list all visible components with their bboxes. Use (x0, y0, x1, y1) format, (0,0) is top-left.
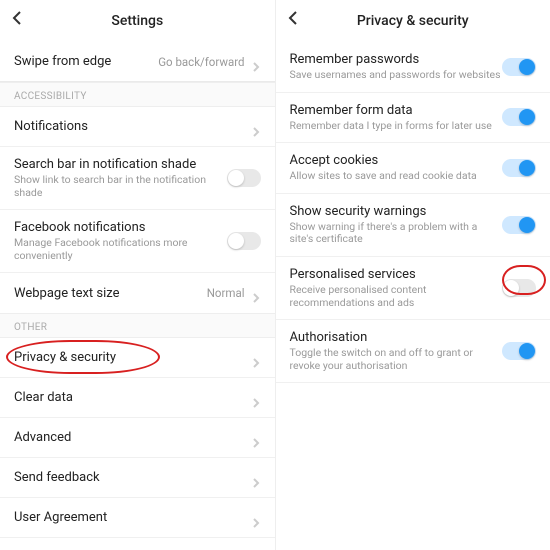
row-value: Normal (207, 286, 245, 300)
row-sub: Allow sites to save and read cookie data (290, 170, 503, 183)
toggle-knob (519, 59, 535, 75)
toggle-searchbar[interactable] (227, 169, 261, 187)
row-label: Facebook notifications (14, 220, 227, 235)
row-webpage-text-size[interactable]: Webpage text size Normal (0, 273, 275, 313)
row-label: Notifications (14, 119, 251, 134)
chevron-right-icon (251, 288, 261, 298)
chevron-right-icon (251, 393, 261, 403)
row-remember-form-data[interactable]: Remember form data Remember data I type … (276, 93, 550, 144)
row-label: Privacy & security (14, 350, 251, 365)
section-other: OTHER (0, 313, 275, 338)
toggle-knob (519, 160, 535, 176)
row-label: Show security warnings (290, 204, 503, 219)
row-label: Swipe from edge (14, 54, 158, 69)
row-label: Authorisation (290, 330, 503, 345)
row-advanced[interactable]: Advanced (0, 418, 275, 458)
toggle-knob (228, 233, 244, 249)
row-security-warnings[interactable]: Show security warnings Show warning if t… (276, 194, 550, 257)
toggle-knob (519, 109, 535, 125)
row-label: Webpage text size (14, 286, 207, 301)
row-label: Search bar in notification shade (14, 157, 227, 172)
row-privacy-security[interactable]: Privacy & security (0, 338, 275, 378)
row-sub: Manage Facebook notifications more conve… (14, 237, 227, 262)
toggle-knob (519, 343, 535, 359)
chevron-right-icon (251, 122, 261, 132)
chevron-right-icon (251, 353, 261, 363)
row-search-bar-shade[interactable]: Search bar in notification shade Show li… (0, 147, 275, 210)
toggle-knob (503, 280, 519, 296)
toggle-remember-passwords[interactable] (502, 58, 536, 76)
chevron-right-icon (251, 433, 261, 443)
privacy-title: Privacy & security (357, 13, 469, 29)
row-sub: Save usernames and passwords for website… (290, 69, 503, 82)
row-clear-data[interactable]: Clear data (0, 378, 275, 418)
row-send-feedback[interactable]: Send feedback (0, 458, 275, 498)
row-label: Accept cookies (290, 153, 503, 168)
row-personalised-services[interactable]: Personalised services Receive personalis… (276, 257, 550, 320)
settings-list: Swipe from edge Go back/forward ACCESSIB… (0, 42, 275, 550)
row-sub: Receive personalised content recommendat… (290, 284, 503, 309)
row-accept-cookies[interactable]: Accept cookies Allow sites to save and r… (276, 143, 550, 194)
row-label: Send feedback (14, 470, 251, 485)
back-button[interactable] (286, 10, 306, 30)
row-sub: Toggle the switch on and off to grant or… (290, 347, 503, 372)
section-accessibility: ACCESSIBILITY (0, 82, 275, 107)
privacy-header: Privacy & security (276, 0, 550, 42)
row-swipe-from-edge[interactable]: Swipe from edge Go back/forward (0, 42, 275, 82)
row-remember-passwords[interactable]: Remember passwords Save usernames and pa… (276, 42, 550, 93)
toggle-remember-form[interactable] (502, 108, 536, 126)
toggle-personalised[interactable] (502, 279, 536, 297)
row-privacy-policy[interactable]: Privacy Policy (0, 538, 275, 550)
toggle-authorisation[interactable] (502, 342, 536, 360)
row-value: Go back/forward (158, 55, 244, 69)
row-facebook-notifications[interactable]: Facebook notifications Manage Facebook n… (0, 210, 275, 273)
row-label: Clear data (14, 390, 251, 405)
row-notifications[interactable]: Notifications (0, 107, 275, 147)
row-sub: Remember data I type in forms for later … (290, 120, 503, 133)
row-label: Remember form data (290, 103, 503, 118)
row-user-agreement[interactable]: User Agreement (0, 498, 275, 538)
chevron-right-icon (251, 473, 261, 483)
back-button[interactable] (10, 10, 30, 30)
row-label: User Agreement (14, 510, 251, 525)
settings-header: Settings (0, 0, 275, 42)
chevron-left-icon (10, 10, 26, 26)
toggle-cookies[interactable] (502, 159, 536, 177)
row-sub: Show warning if there's a problem with a… (290, 221, 503, 246)
toggle-facebook[interactable] (227, 232, 261, 250)
toggle-knob (519, 217, 535, 233)
chevron-right-icon (251, 57, 261, 67)
chevron-right-icon (251, 513, 261, 523)
privacy-pane: Privacy & security Remember passwords Sa… (276, 0, 550, 550)
row-label: Personalised services (290, 267, 503, 282)
toggle-warnings[interactable] (502, 216, 536, 234)
settings-pane: Settings Swipe from edge Go back/forward… (0, 0, 276, 550)
toggle-knob (228, 170, 244, 186)
row-label: Advanced (14, 430, 251, 445)
settings-title: Settings (111, 13, 163, 29)
row-label: Remember passwords (290, 52, 503, 67)
chevron-left-icon (286, 10, 302, 26)
row-sub: Show link to search bar in the notificat… (14, 174, 227, 199)
row-authorisation[interactable]: Authorisation Toggle the switch on and o… (276, 320, 550, 383)
privacy-list: Remember passwords Save usernames and pa… (276, 42, 550, 383)
